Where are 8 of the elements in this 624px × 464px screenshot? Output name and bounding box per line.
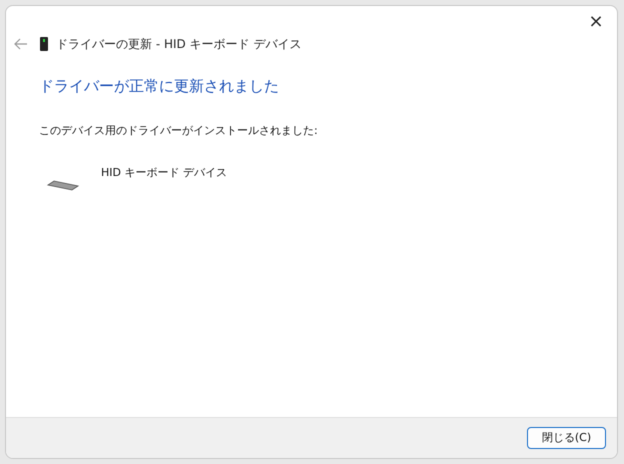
close-button[interactable]: ×: [585, 12, 607, 32]
back-arrow-icon[interactable]: [14, 38, 28, 50]
close-dialog-button[interactable]: 閉じる(C): [527, 427, 606, 449]
message-text: このデバイス用のドライバーがインストールされました:: [39, 122, 319, 138]
device-icon: [40, 37, 48, 51]
success-heading: ドライバーが正常に更新されました: [39, 76, 280, 97]
window-title: ドライバーの更新 - HID キーボード デバイス: [56, 36, 302, 53]
device-name: HID キーボード デバイス: [101, 165, 227, 181]
